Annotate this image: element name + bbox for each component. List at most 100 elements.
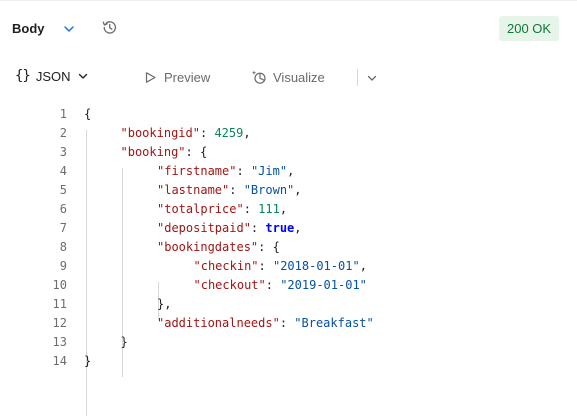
chevron-down-icon: [78, 73, 87, 79]
visualize-icon: [251, 70, 266, 84]
line-number: 3: [59, 145, 67, 159]
line-number: 9: [59, 259, 67, 273]
code-text: "firstname": "Jim",: [157, 162, 294, 181]
code-token: "booking": [120, 145, 186, 159]
code-token: : {: [185, 145, 208, 159]
code-token: "2019-01-01": [280, 278, 367, 292]
code-token: "Breakfast": [294, 316, 374, 330]
code-token: :: [199, 126, 215, 140]
code-token: ,: [243, 126, 251, 140]
code-token: "firstname": [157, 164, 237, 178]
code-token: :: [236, 164, 251, 178]
code-line: 12 "additionalneeds": "Breakfast": [0, 314, 577, 333]
chevron-down-icon[interactable]: [62, 22, 76, 36]
history-icon[interactable]: [101, 19, 118, 36]
code-line: 3 "booking": {: [0, 143, 577, 162]
code-token: "checkin": [193, 259, 259, 273]
toolbar-divider: [357, 69, 358, 86]
line-number: 1: [59, 107, 67, 121]
body-tab[interactable]: Body: [12, 21, 45, 36]
code-token: ,: [294, 221, 302, 235]
code-token: :: [243, 202, 259, 216]
code-text: "depositpaid": true,: [157, 219, 302, 238]
code-token: "bookingdates": [157, 240, 259, 254]
code-line: 2 "bookingid": 4259,: [0, 124, 577, 143]
code-text: }: [121, 333, 128, 352]
line-number: 2: [59, 126, 67, 140]
code-token: :: [258, 259, 273, 273]
code-token: {: [84, 107, 92, 121]
code-line: 13}: [0, 333, 577, 352]
code-line: 1{: [0, 105, 577, 124]
code-line: 5 "lastname": "Brown",: [0, 181, 577, 200]
code-token: ,: [279, 202, 288, 216]
line-number: 6: [59, 202, 67, 216]
code-text: "lastname": "Brown",: [157, 181, 302, 200]
line-number: 7: [59, 221, 67, 235]
response-header: Body 200 OK: [0, 10, 577, 52]
code-line: 10 "checkout": "2019-01-01": [0, 276, 577, 295]
json-response-editor[interactable]: 1{2 "bookingid": 4259, 3 "booking": {4 "firs…: [0, 101, 577, 419]
code-token: "totalprice": [157, 202, 244, 216]
line-number: 12: [52, 316, 67, 330]
code-text: "checkin": "2018-01-01",: [194, 257, 367, 276]
response-toolbar: {} JSON Preview Visualize: [0, 62, 577, 92]
code-line: 8 "bookingdates": {: [0, 238, 577, 257]
visualize-button[interactable]: Visualize: [251, 66, 325, 88]
line-number: 5: [59, 183, 67, 197]
code-token: "additionalneeds": [157, 316, 280, 330]
line-number: 11: [52, 297, 67, 311]
code-token: ,: [359, 259, 367, 273]
code-line: 11},: [0, 295, 577, 314]
code-token: "checkout": [193, 278, 266, 292]
code-token: 111: [258, 202, 280, 216]
line-number: 8: [59, 240, 67, 254]
chevron-down-icon[interactable]: [366, 72, 378, 84]
code-token: :: [250, 221, 266, 235]
code-text: "totalprice": 111,: [157, 200, 287, 219]
code-token: "Jim": [250, 164, 288, 178]
format-label: JSON: [35, 68, 71, 84]
code-text: "checkout": "2019-01-01": [194, 276, 367, 295]
code-line: 9 "checkin": "2018-01-01",: [0, 257, 577, 276]
code-token: "bookingid": [120, 126, 200, 140]
code-token: ,: [287, 164, 295, 178]
line-number: 10: [52, 278, 67, 292]
format-dropdown[interactable]: {} JSON: [11, 63, 95, 89]
line-number: 4: [59, 164, 67, 178]
code-token: "lastname": [157, 183, 230, 197]
code-text: "bookingid": 4259,: [121, 124, 251, 143]
line-number: 14: [52, 354, 67, 368]
code-token: }: [120, 335, 128, 349]
code-token: "Brown": [243, 183, 295, 197]
preview-button[interactable]: Preview: [144, 66, 210, 88]
code-line: 4 "firstname": "Jim",: [0, 162, 577, 181]
code-text: "bookingdates": {: [157, 238, 280, 257]
visualize-label: Visualize: [273, 69, 325, 85]
code-token: "depositpaid": [157, 221, 251, 235]
code-text: }: [84, 352, 91, 371]
code-token: : {: [258, 240, 280, 254]
code-token: 4259: [214, 126, 244, 140]
code-text: "booking": {: [121, 143, 208, 162]
code-line: 7 "depositpaid": true,: [0, 219, 577, 238]
json-braces-icon: {}: [15, 68, 31, 84]
code-token: },: [157, 297, 172, 311]
code-line: 6 "totalprice": 111,: [0, 200, 577, 219]
code-token: :: [229, 183, 244, 197]
status-badge: 200 OK: [499, 16, 560, 41]
code-text: {: [84, 105, 91, 124]
code-line: 14}: [0, 352, 577, 371]
code-token: :: [265, 278, 281, 292]
code-text: },: [157, 295, 171, 314]
code-token: "2018-01-01": [272, 259, 360, 273]
line-number: 13: [52, 335, 67, 349]
code-token: ,: [294, 183, 302, 197]
play-outline-icon: [145, 71, 156, 83]
code-text: "additionalneeds": "Breakfast": [157, 314, 374, 333]
top-divider: [0, 0, 577, 1]
code-token: true: [265, 221, 295, 235]
code-token: :: [279, 316, 295, 330]
code-token: }: [84, 354, 92, 368]
preview-label: Preview: [164, 69, 211, 85]
